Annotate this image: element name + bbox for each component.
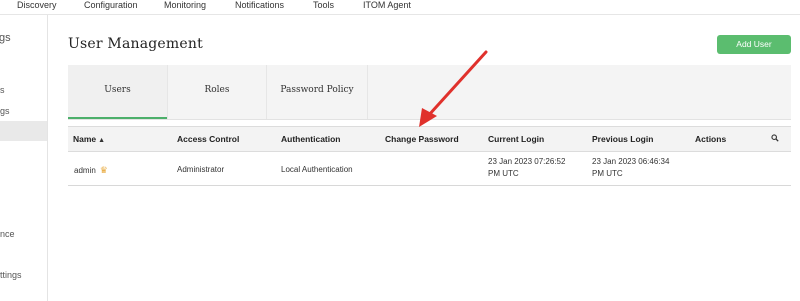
nav-notifications[interactable]: Notifications <box>235 0 284 11</box>
cell-authentication: Local Authentication <box>281 165 353 174</box>
sidebar-item-active[interactable] <box>0 121 47 141</box>
sidebar-item[interactable]: nce <box>0 229 15 240</box>
cell-current-login: 23 Jan 2023 07:26:52 PM UTC <box>488 157 566 178</box>
sidebar: gs s gs nce ttings <box>0 15 48 301</box>
column-header-current-login: Current Login <box>488 134 545 144</box>
top-navigation: Discovery Configuration Monitoring Notif… <box>0 0 800 15</box>
tab-users[interactable]: Users <box>68 65 168 119</box>
nav-discovery[interactable]: Discovery <box>17 0 57 11</box>
nav-monitoring[interactable]: Monitoring <box>164 0 206 11</box>
sidebar-item[interactable]: gs <box>0 106 10 117</box>
column-header-previous-login: Previous Login <box>592 134 654 144</box>
column-header-change-password: Change Password <box>385 134 459 144</box>
page-title: User Management <box>68 36 203 52</box>
nav-tools[interactable]: Tools <box>313 0 334 11</box>
tab-password-policy[interactable]: Password Policy <box>267 65 368 119</box>
sidebar-item[interactable]: ttings <box>0 270 22 281</box>
sidebar-item[interactable]: s <box>0 85 5 96</box>
column-header-name[interactable]: Name ▲ <box>73 134 105 144</box>
cell-previous-login: 23 Jan 2023 06:46:34 PM UTC <box>592 157 670 178</box>
tab-roles[interactable]: Roles <box>168 65 267 119</box>
cell-name[interactable]: admin ♛ <box>74 164 108 177</box>
nav-itom-agent[interactable]: ITOM Agent <box>363 0 411 11</box>
sort-ascending-icon[interactable]: ▲ <box>98 137 105 144</box>
search-icon[interactable] <box>771 134 779 142</box>
nav-configuration[interactable]: Configuration <box>84 0 138 11</box>
column-header-actions: Actions <box>695 134 727 144</box>
crown-icon: ♛ <box>99 165 108 175</box>
column-header-access-control: Access Control <box>177 134 240 144</box>
tab-bar: Users Roles Password Policy <box>68 65 791 120</box>
cell-access-control: Administrator <box>177 165 225 174</box>
users-table: Name ▲ Access Control Authentication Chan… <box>68 126 791 186</box>
table-header: Name ▲ Access Control Authentication Chan… <box>68 126 791 152</box>
sidebar-heading: gs <box>0 32 11 44</box>
table-row[interactable]: admin ♛ Administrator Local Authenticatio… <box>68 152 791 186</box>
column-header-authentication: Authentication <box>281 134 341 144</box>
add-user-button[interactable]: Add User <box>717 35 791 54</box>
